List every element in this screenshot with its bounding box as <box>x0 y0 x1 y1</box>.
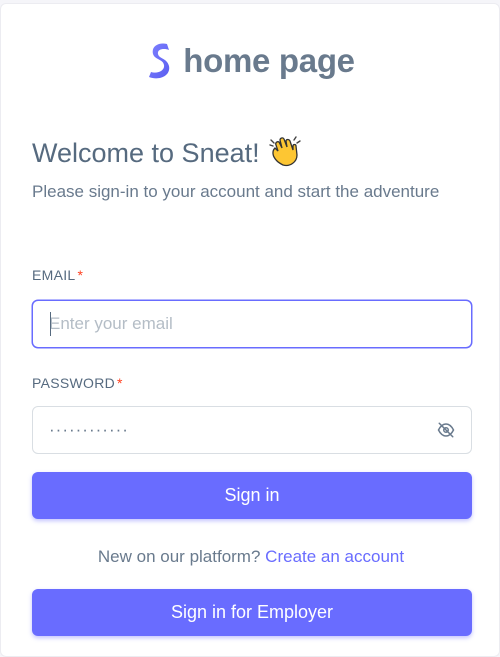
email-field[interactable] <box>32 300 472 348</box>
eye-off-icon[interactable] <box>437 421 455 444</box>
brand-header: home page <box>1 42 500 80</box>
password-field[interactable] <box>32 406 472 454</box>
login-card: home page Welcome to Sneat! Please sign-… <box>0 3 500 657</box>
brand-name: home page <box>183 42 355 79</box>
welcome-subtitle: Please sign-in to your account and start… <box>32 182 440 201</box>
sign-in-button[interactable]: Sign in <box>32 472 472 519</box>
required-marker: * <box>117 375 123 391</box>
employer-sign-in-button[interactable]: Sign in for Employer <box>32 589 472 636</box>
text-caret <box>50 312 51 336</box>
register-prompt: New on our platform? Create an account <box>1 547 500 567</box>
page-title: Welcome to Sneat! <box>32 138 260 168</box>
email-label: EMAIL * <box>32 267 84 283</box>
required-marker: * <box>77 267 84 283</box>
password-label: PASSWORD * <box>32 375 123 391</box>
sneat-logo-icon <box>147 42 173 80</box>
welcome-heading: Welcome to Sneat! <box>32 134 302 173</box>
register-text: New on our platform? <box>97 547 261 566</box>
password-field-wrapper <box>32 406 472 454</box>
waving-hand-icon <box>268 134 302 173</box>
create-account-link[interactable]: Create an account <box>265 547 404 566</box>
